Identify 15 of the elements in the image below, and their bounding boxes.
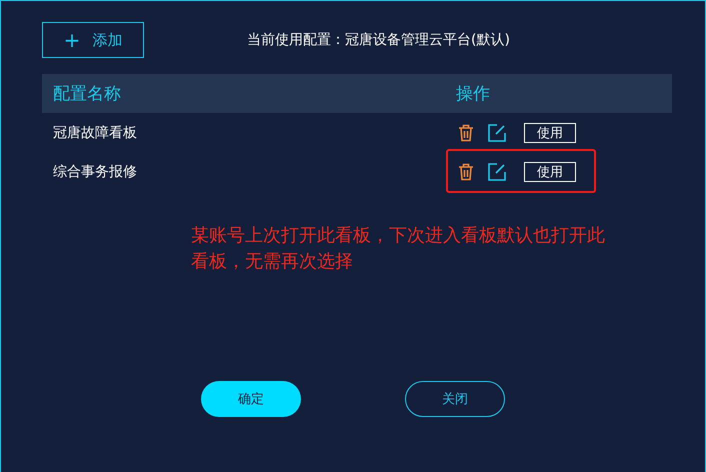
delete-icon[interactable] (458, 124, 474, 142)
config-name: 综合事务报修 (52, 162, 138, 180)
column-header: 配置名称 (52, 83, 122, 105)
current-config-text: 当前使用配置：冠唐设备管理云平台(默认) (247, 31, 510, 49)
column-header: 操作 (456, 83, 490, 105)
close-button[interactable]: 关闭 (405, 381, 505, 417)
edit-icon[interactable] (488, 162, 506, 180)
config-name: 冠唐故障看板 (52, 124, 138, 142)
use-button[interactable]: 使用 (524, 122, 576, 142)
annotation-text: 某账号上次打开此看板，下次进入看板默认也打开此看板，无需再次选择 (191, 224, 606, 274)
confirm-button[interactable]: 确定 (201, 381, 301, 417)
use-button[interactable]: 使用 (524, 162, 576, 182)
edit-icon[interactable] (488, 124, 506, 142)
add-button[interactable]: + 添加 (42, 22, 144, 58)
delete-icon[interactable] (458, 162, 474, 180)
